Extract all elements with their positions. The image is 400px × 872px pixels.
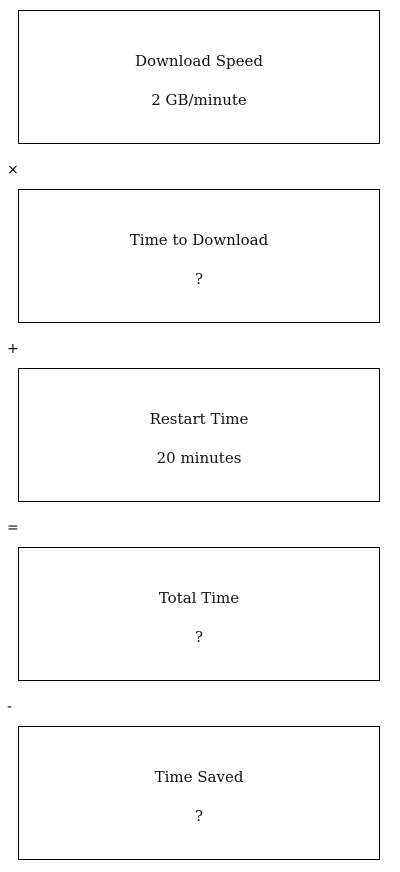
restart-time-box: Restart Time 20 minutes: [18, 368, 380, 502]
time-to-download-box: Time to Download ?: [18, 189, 380, 323]
download-speed-title: Download Speed: [135, 52, 263, 70]
total-time-box: Total Time ?: [18, 547, 380, 681]
total-time-title: Total Time: [158, 589, 240, 607]
plus-operator: +: [7, 341, 19, 357]
equals-operator: =: [7, 520, 19, 536]
multiply-operator: ×: [7, 162, 19, 178]
download-speed-value: 2 GB/minute: [151, 91, 247, 109]
minus-operator: -: [7, 699, 13, 715]
time-to-download-value: ?: [194, 270, 204, 288]
time-saved-value: ?: [194, 807, 204, 825]
time-to-download-title: Time to Download: [129, 231, 269, 249]
download-speed-box: Download Speed 2 GB/minute: [18, 10, 380, 144]
restart-time-title: Restart Time: [149, 410, 249, 428]
total-time-value: ?: [194, 628, 204, 646]
time-saved-box: Time Saved ?: [18, 726, 380, 860]
restart-time-value: 20 minutes: [156, 449, 242, 467]
time-saved-title: Time Saved: [154, 768, 244, 786]
